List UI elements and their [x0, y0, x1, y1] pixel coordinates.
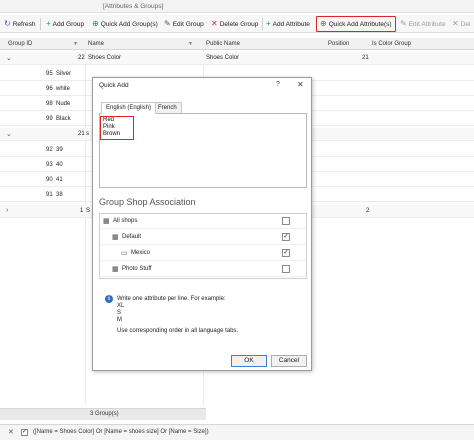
toolbar-separator [40, 18, 41, 30]
quick-add-dialog: Quick Add ? ✕ English (English) French R… [92, 77, 312, 371]
column-header-group-id[interactable]: Group ID [8, 41, 32, 47]
delete-x-icon: ✕ [211, 19, 218, 28]
tree-row-photo-stuff[interactable]: ▦ Photo Stuff [100, 262, 306, 277]
help-button[interactable]: ? [276, 81, 280, 88]
add-group-button[interactable]: + Add Group [46, 18, 84, 30]
chevron-down-icon[interactable]: ⌄ [6, 54, 12, 62]
toolbar-separator [262, 18, 263, 30]
section-title: Group Shop Association [99, 197, 196, 207]
delete-attribute-button[interactable]: ✕ Del [452, 18, 470, 30]
clear-filter-icon[interactable]: ✕ [8, 428, 14, 436]
info-text: Write one attribute per line. For exampl… [117, 296, 239, 334]
shop-association-tree: ▦ All shops ▦ Default ✓ ▭ Mexico ✓ ▦ Pho… [99, 213, 307, 279]
delete-x-icon: ✕ [452, 19, 459, 28]
shop-icon: ▭ [121, 250, 128, 257]
delete-group-button[interactable]: ✕ Delete Group [211, 18, 258, 30]
column-header-position[interactable]: Position [328, 41, 349, 47]
all-shops-checkbox[interactable] [282, 217, 290, 225]
ok-button[interactable]: OK [231, 355, 267, 367]
edit-attribute-button[interactable]: ✎ Edit Attribute [400, 18, 446, 30]
column-header-public-name[interactable]: Public Name [206, 41, 240, 47]
plus-icon: + [46, 19, 51, 28]
toolbar: ↻ Refresh + Add Group ⊕ Quick Add Group(… [0, 15, 474, 33]
chevron-down-icon[interactable]: ⌄ [6, 130, 12, 138]
chevron-right-icon[interactable]: › [6, 207, 8, 214]
filter-bar: ✕ ✓ ([Name = Shoes Color] Or [Name = sho… [0, 424, 474, 440]
highlight-box [100, 116, 134, 140]
dialog-title: Quick Add [99, 82, 129, 89]
table-row[interactable]: ⌄ 22 Shoes Color Shoes Color 21 [0, 52, 474, 65]
tree-row-all-shops[interactable]: ▦ All shops [100, 214, 306, 229]
column-header-is-color-group[interactable]: Is Color Group [372, 41, 411, 47]
breadcrumb: [Attributes & Groups] [103, 3, 164, 10]
shop-group-icon: ▦ [112, 234, 119, 241]
column-header-name[interactable]: Name [88, 41, 104, 47]
quick-add-groups-button[interactable]: ⊕ Quick Add Group(s) [92, 18, 158, 30]
pencil-icon: ✎ [400, 19, 407, 28]
pencil-icon: ✎ [164, 19, 171, 28]
default-checkbox[interactable]: ✓ [282, 233, 290, 241]
grid-header: Group ID ▼ Name ▼ Public Name Position I… [0, 38, 474, 50]
filter-enable-checkbox[interactable]: ✓ [21, 429, 28, 436]
tree-row-default[interactable]: ▦ Default ✓ [100, 230, 306, 245]
plus-circle-icon: ⊕ [92, 19, 99, 28]
refresh-button[interactable]: ↻ Refresh [4, 18, 35, 30]
info-icon: i [105, 295, 113, 303]
edit-group-button[interactable]: ✎ Edit Group [164, 18, 204, 30]
plus-icon: + [266, 19, 271, 28]
shop-group-icon: ▦ [112, 266, 119, 273]
tree-row-mexico[interactable]: ▭ Mexico ✓ [100, 246, 306, 261]
refresh-icon: ↻ [4, 19, 11, 28]
grid-footer: 3 Group(s) [0, 408, 206, 420]
photo-stuff-checkbox[interactable] [282, 265, 290, 273]
window-title-bar: [Attributes & Groups] [0, 0, 474, 13]
cancel-button[interactable]: Cancel [271, 355, 307, 367]
tab-english[interactable]: English (English) [101, 102, 157, 114]
filter-expression[interactable]: ([Name = Shoes Color] Or [Name = shoes s… [33, 429, 209, 435]
plus-circle-icon: ⊕ [320, 19, 327, 28]
quick-add-attributes-button[interactable]: ⊕ Quick Add Attribute(s) [316, 16, 396, 32]
mexico-checkbox[interactable]: ✓ [282, 249, 290, 257]
add-attribute-button[interactable]: + Add Attribute [266, 18, 310, 30]
close-icon[interactable]: ✕ [297, 80, 304, 89]
shop-group-icon: ▦ [103, 218, 110, 225]
group-count: 3 Group(s) [90, 411, 119, 417]
